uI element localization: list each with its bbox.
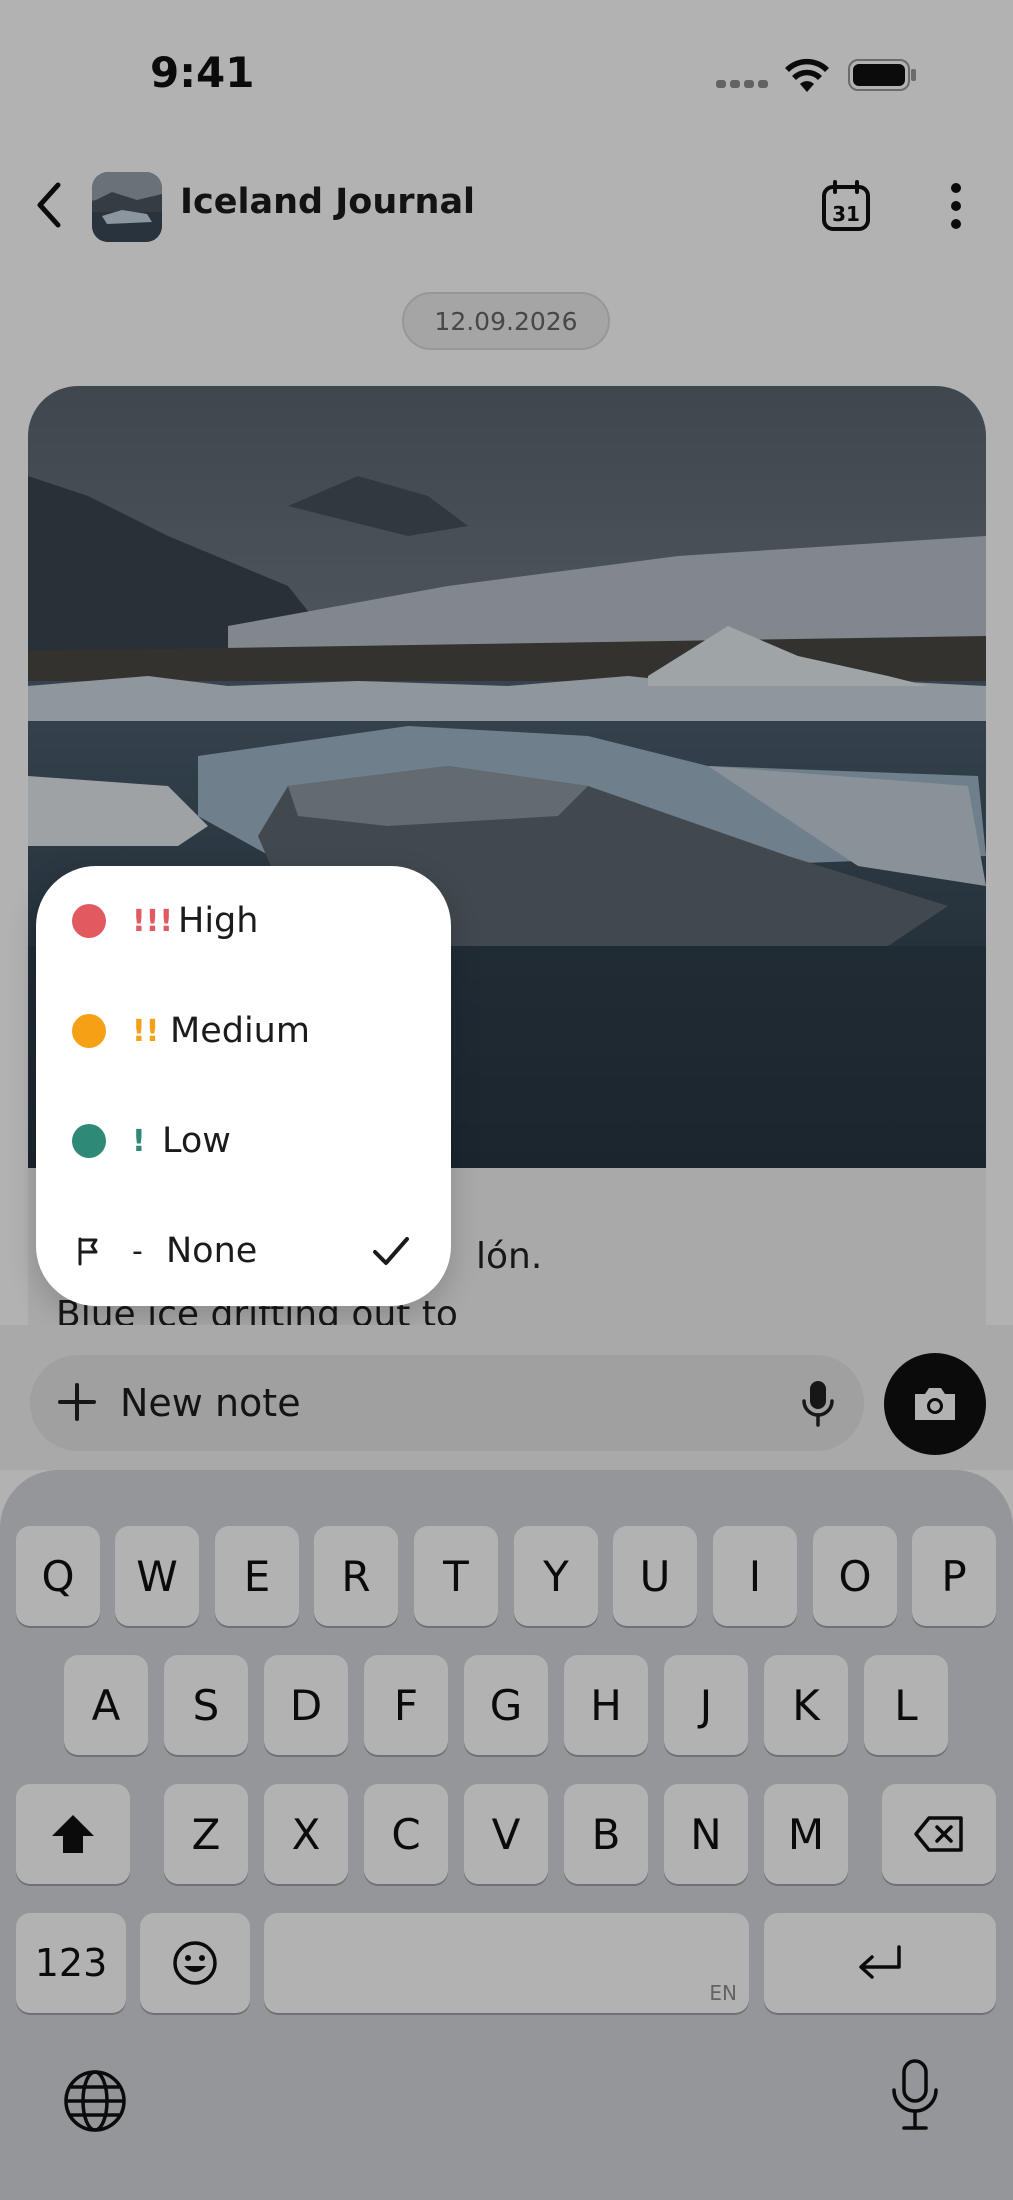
priority-item-none[interactable]: - None	[36, 1196, 451, 1306]
priority-mark-none: -	[132, 1233, 143, 1269]
priority-dot-medium	[72, 1014, 106, 1048]
priority-label-high: High	[178, 901, 259, 941]
screen: 9:41 Iceland Journal 31 12.09.2026 lón. …	[0, 0, 1013, 2200]
priority-item-low[interactable]: ! Low	[36, 1086, 451, 1196]
keyboard-dim-overlay	[0, 1470, 1013, 2200]
priority-label-medium: Medium	[170, 1011, 310, 1051]
priority-menu: !!! High !! Medium ! Low - None	[36, 866, 451, 1306]
flag-icon	[78, 1237, 98, 1266]
checkmark-icon	[373, 1237, 409, 1265]
priority-item-medium[interactable]: !! Medium	[36, 976, 451, 1086]
priority-mark-low: !	[132, 1123, 146, 1159]
priority-item-high[interactable]: !!! High	[36, 866, 451, 976]
priority-mark-high: !!!	[132, 903, 174, 939]
priority-mark-medium: !!	[132, 1013, 160, 1049]
priority-label-low: Low	[162, 1121, 231, 1161]
priority-dot-high	[72, 904, 106, 938]
input-dim-overlay	[0, 1325, 1013, 1470]
priority-dot-low	[72, 1124, 106, 1158]
priority-label-none: None	[166, 1231, 258, 1271]
